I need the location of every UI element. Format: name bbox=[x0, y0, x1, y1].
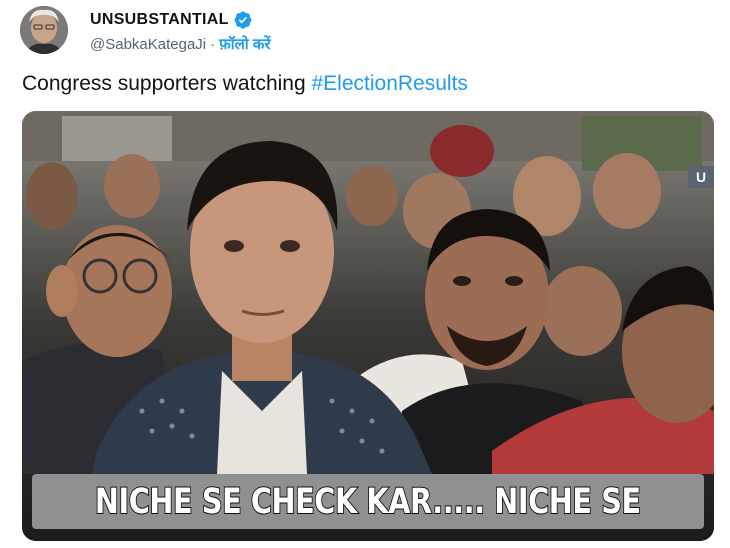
meme-caption: NICHE SE CHECK KAR..... NICHE SE bbox=[94, 481, 642, 523]
caption-bar: NICHE SE CHECK KAR..... NICHE SE bbox=[32, 474, 704, 529]
verified-badge-icon bbox=[234, 11, 252, 29]
author-handle-row: @SabkaKategaJi · फ़ॉलो करें bbox=[90, 34, 270, 54]
separator-dot: · bbox=[210, 35, 216, 53]
follow-button[interactable]: फ़ॉलो करें bbox=[219, 34, 270, 54]
author-display-name[interactable]: UNSUBSTANTIAL bbox=[90, 11, 229, 29]
avatar-image bbox=[20, 6, 68, 54]
author-handle[interactable]: @SabkaKategaJi bbox=[90, 36, 206, 53]
side-badge: U bbox=[688, 166, 714, 188]
tweet-text: Congress supporters watching #ElectionRe… bbox=[22, 72, 468, 96]
tweet-text-body: Congress supporters watching bbox=[22, 72, 312, 95]
tweet-media-image[interactable]: U NICHE SE CHECK KAR..... NICHE SE bbox=[22, 111, 714, 541]
author-name-row[interactable]: UNSUBSTANTIAL bbox=[90, 10, 253, 30]
hashtag-link[interactable]: #ElectionResults bbox=[311, 72, 467, 95]
avatar[interactable] bbox=[20, 6, 68, 54]
